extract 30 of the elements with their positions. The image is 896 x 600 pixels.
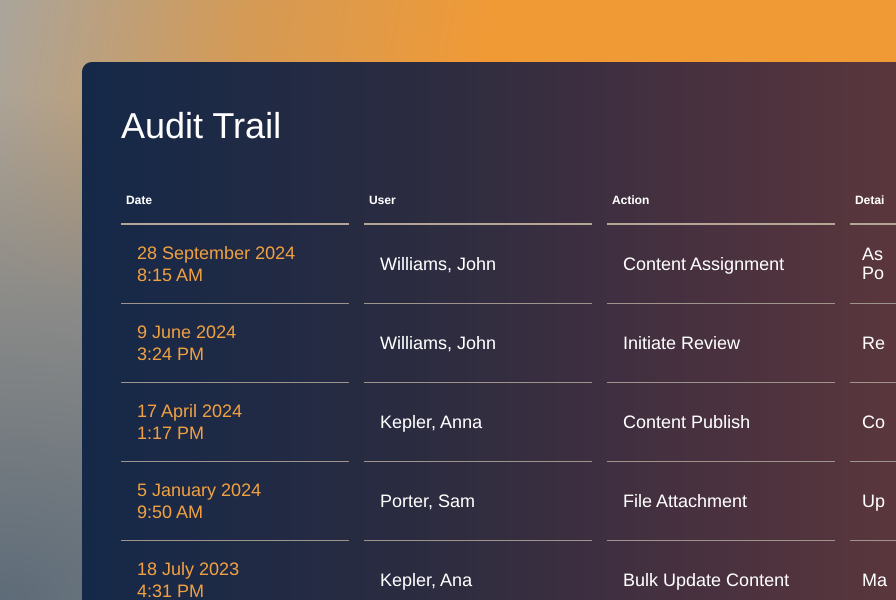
time-text: 1:17 PM [137, 422, 206, 445]
date-text: 28 September 2024 [137, 242, 296, 264]
user-name: Kepler, Anna [380, 410, 482, 434]
user-name: Kepler, Ana [380, 568, 472, 592]
action-text: Initiate Review [623, 332, 740, 355]
time-text: 3:24 PM [137, 343, 206, 366]
time-text: 8:15 AM [137, 264, 204, 287]
detail-text: Up [862, 492, 886, 511]
action-text: File Attachment [623, 490, 748, 513]
page-title: Audit Trail [121, 104, 282, 148]
column-header: Action [607, 191, 835, 226]
date-text: 18 July 2023 [137, 558, 240, 580]
action-text: Content Publish [623, 410, 750, 434]
user-name: Williams, John [380, 332, 496, 355]
time-text: 4:31 PM [137, 580, 206, 600]
action-text: Content Assignment [623, 252, 784, 276]
user-name: Williams, John [380, 252, 496, 276]
column-header: User [364, 191, 592, 226]
detail-text: Ma [862, 570, 888, 590]
time-text: 9:50 AM [137, 501, 204, 524]
date-text: 17 April 2024 [137, 400, 242, 422]
detail-text: As Po [862, 245, 886, 284]
date-text: 5 January 2024 [137, 478, 262, 502]
detail-text: Co [862, 412, 886, 432]
column-header: Date [121, 191, 349, 226]
column-header: Detai [850, 191, 896, 226]
user-name: Porter, Sam [380, 490, 476, 513]
date-text: 9 June 2024 [137, 320, 236, 344]
detail-text: Re [862, 334, 886, 353]
action-text: Bulk Update Content [623, 568, 790, 592]
